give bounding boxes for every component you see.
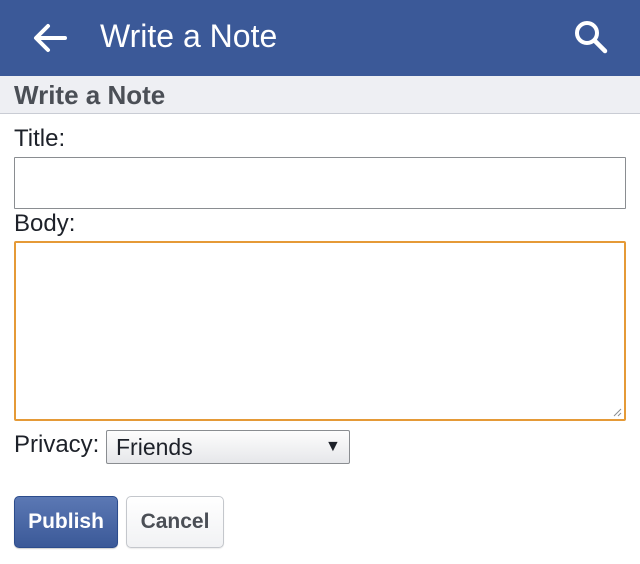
title-input[interactable]: [14, 157, 626, 209]
privacy-label: Privacy:: [14, 431, 100, 458]
arrow-left-icon: [34, 24, 67, 52]
resize-grip-icon[interactable]: [612, 407, 622, 417]
section-header: Write a Note: [0, 76, 640, 114]
dropdown-arrow-icon: ▼: [325, 438, 341, 455]
back-button[interactable]: [26, 14, 74, 62]
app-bar: Write a Note: [0, 0, 640, 76]
app-bar-title: Write a Note: [100, 18, 278, 54]
section-title: Write a Note: [14, 80, 166, 110]
publish-button[interactable]: Publish: [14, 496, 118, 548]
privacy-select[interactable]: Friends ▼: [106, 430, 350, 464]
search-button[interactable]: [566, 12, 616, 62]
privacy-selected-value: Friends: [116, 434, 193, 460]
body-label: Body:: [14, 210, 76, 237]
body-textarea[interactable]: [14, 241, 626, 421]
cancel-button[interactable]: Cancel: [126, 496, 224, 548]
search-icon: [575, 21, 608, 54]
title-label: Title:: [14, 125, 66, 152]
